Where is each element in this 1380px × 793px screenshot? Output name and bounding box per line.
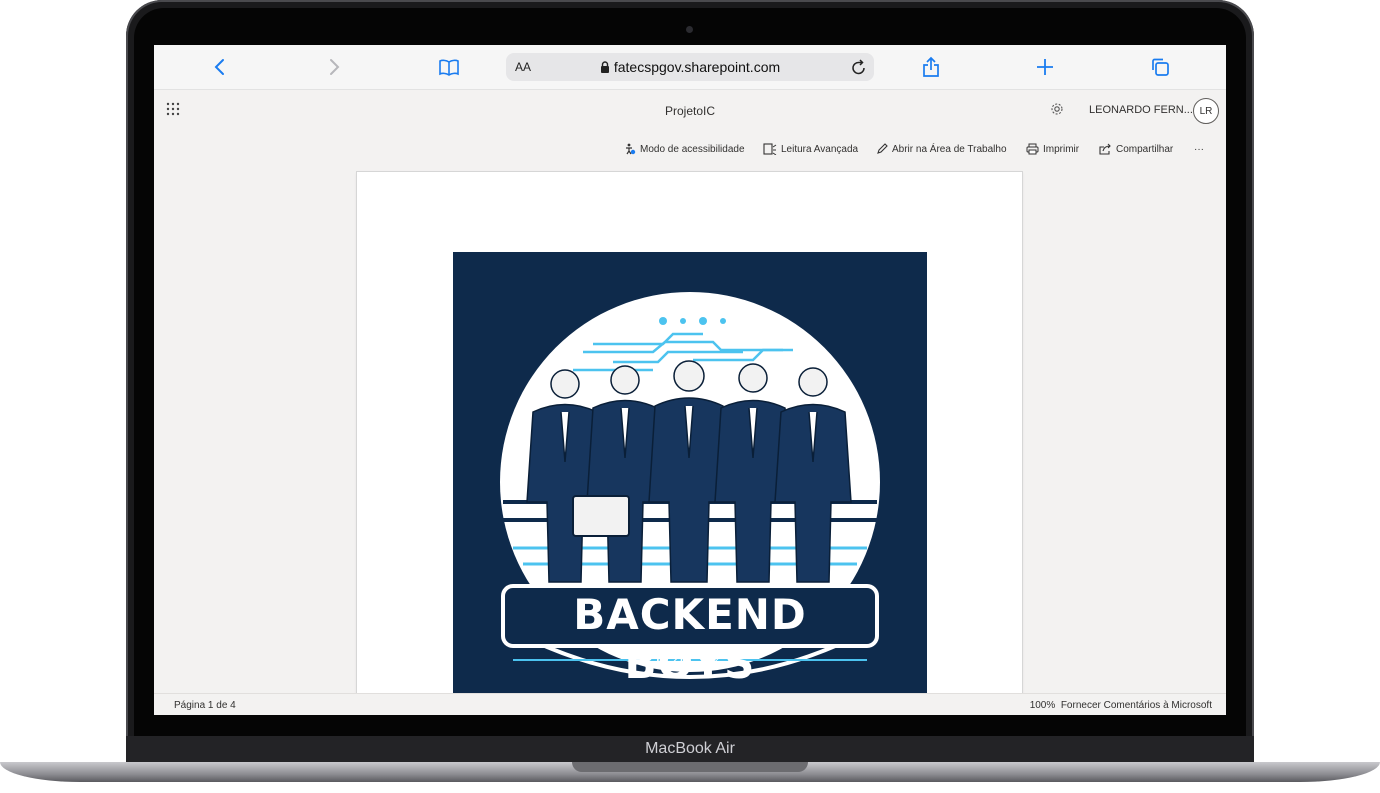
browser-toolbar: AA fatecspgov.sharepoint.com — [154, 45, 1226, 90]
chevron-right-icon — [330, 59, 340, 75]
logo-title: BACKEND BOYS — [573, 590, 807, 688]
accessibility-mode-button[interactable]: Modo de acessibilidade — [624, 141, 745, 157]
camera-icon — [686, 26, 693, 33]
laptop-notch — [572, 762, 808, 772]
share-button[interactable] — [918, 54, 944, 80]
book-icon — [439, 59, 459, 76]
immersive-reader-label: Leitura Avançada — [781, 143, 859, 155]
logo-glyphs: ⊱F⊿Ξ◇⊰ — [636, 648, 744, 667]
feedback-link[interactable]: Fornecer Comentários à Microsoft — [1061, 700, 1212, 711]
document-page: BACKEND BOYS ⊱F⊿Ξ◇⊰ — [357, 172, 1022, 712]
backend-boys-logo: BACKEND BOYS ⊱F⊿Ξ◇⊰ — [453, 252, 927, 712]
share-icon — [923, 56, 939, 77]
share-document-label: Compartilhar — [1116, 143, 1174, 155]
url-display[interactable]: fatecspgov.sharepoint.com — [506, 59, 874, 75]
immersive-reader-icon — [763, 143, 777, 155]
open-desktop-button[interactable]: Abrir na Área de Trabalho — [876, 141, 1007, 157]
office-header: ProjetoIC LEONARDO FERN... LR Modo de ac… — [154, 90, 1226, 164]
new-tab-button[interactable] — [1032, 54, 1058, 80]
pencil-icon — [877, 143, 888, 154]
document-viewer[interactable]: BACKEND BOYS ⊱F⊿Ξ◇⊰ — [154, 164, 1226, 712]
gear-icon[interactable] — [1050, 102, 1064, 116]
avatar[interactable]: LR — [1193, 98, 1219, 124]
address-bar[interactable]: AA fatecspgov.sharepoint.com — [506, 53, 874, 81]
immersive-reader-button[interactable]: Leitura Avançada — [763, 141, 858, 157]
chevron-left-icon — [214, 59, 224, 75]
reload-icon[interactable] — [850, 57, 868, 77]
back-button[interactable] — [207, 54, 233, 80]
page-indicator: Página 1 de 4 — [174, 700, 236, 711]
tabs-icon — [1152, 58, 1169, 76]
document-title[interactable]: ProjetoIC — [154, 104, 1226, 118]
print-button[interactable]: Imprimir — [1026, 141, 1079, 157]
status-right: 100% Fornecer Comentários à Microsoft — [1030, 700, 1212, 711]
open-desktop-label: Abrir na Área de Trabalho — [892, 143, 1007, 155]
zoom-level[interactable]: 100% — [1030, 700, 1056, 711]
accessibility-mode-label: Modo de acessibilidade — [640, 143, 745, 155]
status-bar: Página 1 de 4 100% Fornecer Comentários … — [154, 693, 1226, 715]
share-icon — [1099, 143, 1111, 155]
user-name[interactable]: LEONARDO FERN... — [1089, 104, 1193, 116]
plus-icon — [1037, 59, 1053, 75]
more-icon: ··· — [1194, 143, 1204, 155]
device-label: MacBook Air — [645, 740, 735, 757]
tabs-button[interactable] — [1147, 54, 1173, 80]
more-options-button[interactable]: ··· — [1194, 141, 1204, 157]
print-label: Imprimir — [1043, 143, 1080, 155]
share-document-button[interactable]: Compartilhar — [1099, 141, 1173, 157]
lock-icon — [600, 61, 609, 73]
url-text: fatecspgov.sharepoint.com — [613, 59, 781, 75]
screen: AA fatecspgov.sharepoint.com ProjetoIC L… — [154, 45, 1226, 715]
forward-button[interactable] — [321, 54, 347, 80]
printer-icon — [1026, 143, 1039, 155]
accessibility-icon — [626, 143, 636, 155]
bookmarks-button[interactable] — [436, 54, 462, 80]
